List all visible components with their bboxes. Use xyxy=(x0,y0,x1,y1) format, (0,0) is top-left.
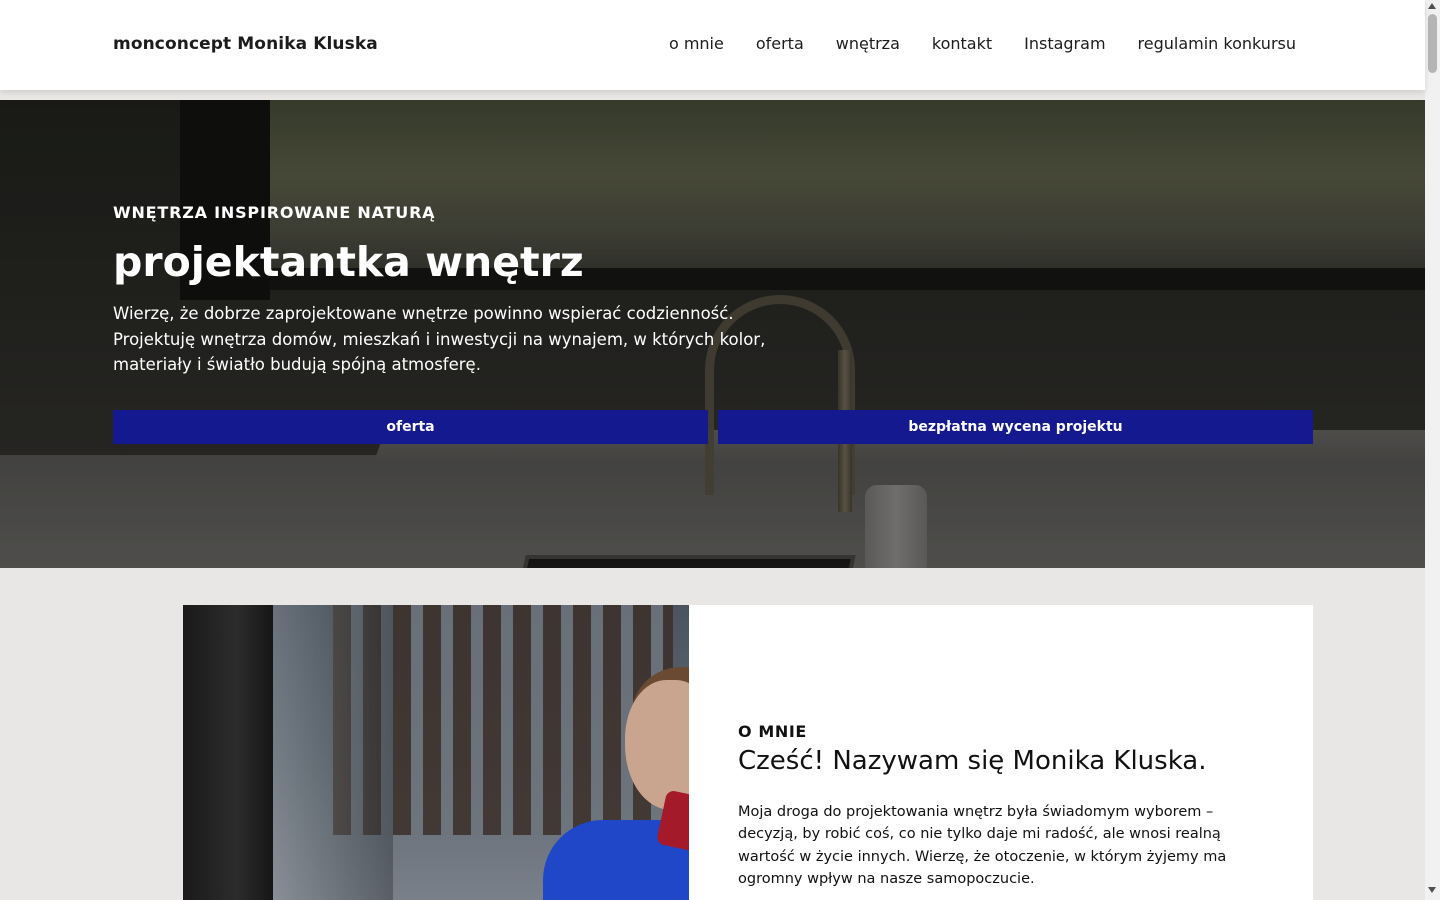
nav-item-o-mnie[interactable]: o mnie xyxy=(669,34,724,53)
hero-title: projektantka wnętrz xyxy=(113,238,584,286)
about-title: Cześć! Nazywam się Monika Kluska. xyxy=(738,746,1207,776)
scroll-down-arrow-icon[interactable] xyxy=(1428,887,1436,893)
about-text: Moja droga do projektowania wnętrz była … xyxy=(738,804,1227,888)
scroll-up-arrow-icon[interactable] xyxy=(1428,3,1436,9)
scrollbar-thumb[interactable] xyxy=(1428,14,1437,73)
about-card: O MNIE Cześć! Nazywam się Monika Kluska.… xyxy=(689,605,1313,900)
about-eyebrow: O MNIE xyxy=(738,722,807,741)
nav-item-wnetrza[interactable]: wnętrza xyxy=(836,34,900,53)
page-scrollbar[interactable] xyxy=(1425,0,1440,900)
site-header: monconcept Monika Kluska o mnie oferta w… xyxy=(0,0,1425,90)
nav-item-oferta[interactable]: oferta xyxy=(756,34,804,53)
photo-glass xyxy=(273,605,393,900)
free-quote-button[interactable]: bezpłatna wycena projektu xyxy=(718,410,1313,444)
about-photo xyxy=(183,605,689,900)
offer-button[interactable]: oferta xyxy=(113,410,708,444)
main-nav: o mnie oferta wnętrza kontakt Instagram … xyxy=(669,34,1296,53)
nav-item-kontakt[interactable]: kontakt xyxy=(932,34,992,53)
hero-description: Wierzę, że dobrze zaprojektowane wnętrze… xyxy=(113,304,766,374)
site-logo[interactable]: monconcept Monika Kluska xyxy=(113,34,378,54)
hero-eyebrow: WNĘTRZA INSPIROWANE NATURĄ xyxy=(113,203,436,222)
nav-item-regulamin-konkursu[interactable]: regulamin konkursu xyxy=(1138,34,1296,53)
photo-pillar xyxy=(183,605,273,900)
nav-item-instagram[interactable]: Instagram xyxy=(1024,34,1105,53)
